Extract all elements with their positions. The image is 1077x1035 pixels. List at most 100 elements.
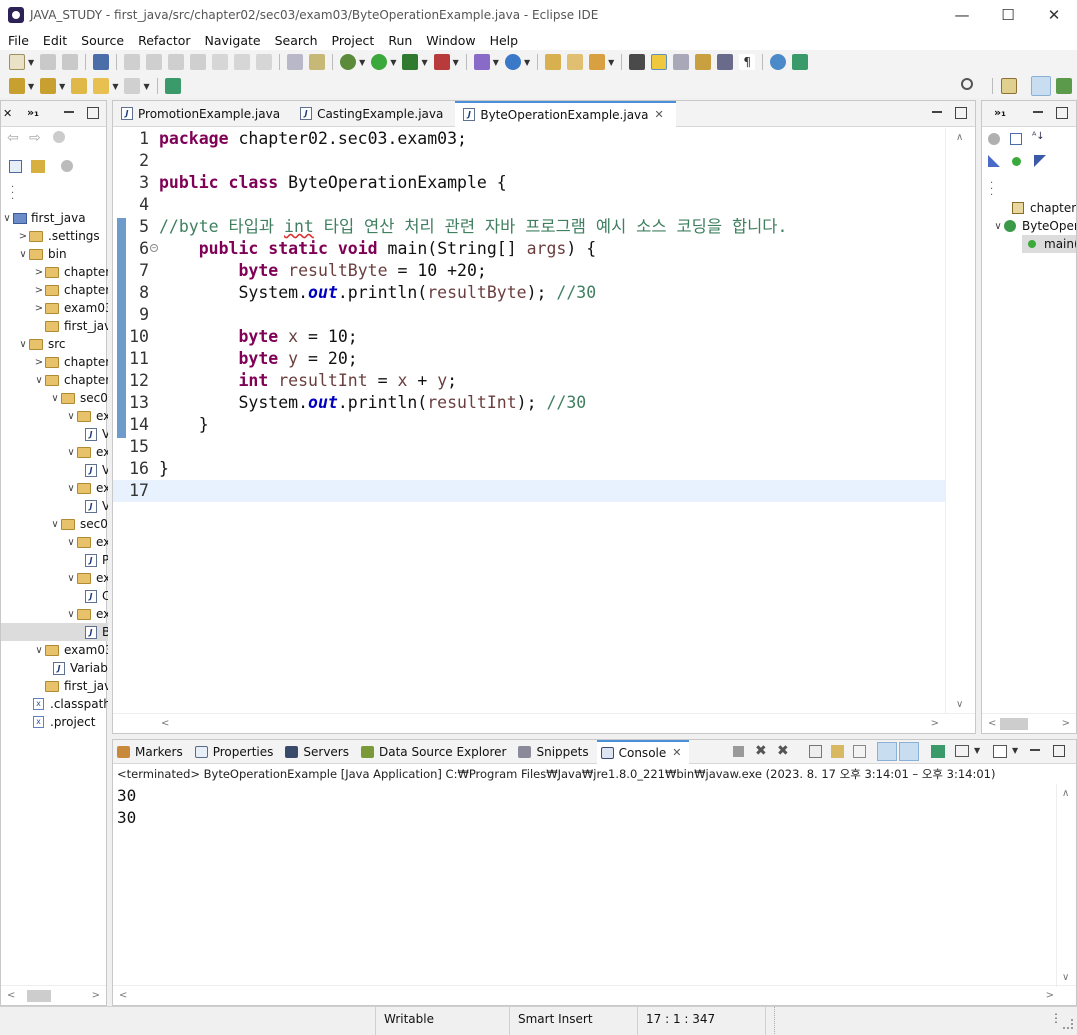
tree-item[interactable]: ∨ bin <box>1 245 108 263</box>
tree-item[interactable]: > chapter01 <box>1 263 108 281</box>
tab-console[interactable]: Console ✕ <box>596 739 690 764</box>
tab-markers[interactable]: Markers <box>113 740 191 764</box>
tree-item[interactable]: first_java <box>1 317 108 335</box>
show-on-stdout-icon[interactable] <box>877 742 897 761</box>
explorer-hscroll[interactable]: < > <box>1 985 106 1005</box>
toggle-ant-editor-icon[interactable] <box>629 54 646 70</box>
skip-breakpoints-icon[interactable] <box>287 54 304 70</box>
step-return-icon[interactable] <box>256 54 273 70</box>
display-console-icon[interactable] <box>955 745 969 757</box>
menu-run[interactable]: Run <box>380 33 418 48</box>
view-menu-icon[interactable] <box>61 160 73 172</box>
remove-all-terminated-icon[interactable]: ✖ <box>777 743 789 759</box>
scroll-left-icon[interactable]: < <box>161 718 169 729</box>
tree-item[interactable]: ∨ src <box>1 335 108 353</box>
suspend-icon[interactable] <box>146 54 163 70</box>
tree-item[interactable]: ∨ exam02 <box>1 569 108 587</box>
code-line[interactable]: 9 <box>113 304 945 326</box>
code-line[interactable]: 15 <box>113 436 945 458</box>
tree-item[interactable]: ∨ exam03 <box>1 605 108 623</box>
menu-source[interactable]: Source <box>73 33 130 48</box>
chevron-down-icon[interactable]: ∨ <box>33 645 45 656</box>
chevron-down-icon[interactable]: ∨ <box>65 609 77 620</box>
scroll-up-icon[interactable]: ∧ <box>1062 788 1069 799</box>
tree-item[interactable]: ∨ exam01 <box>1 407 108 425</box>
word-wrap-icon[interactable] <box>853 745 866 758</box>
debug-icon[interactable] <box>340 54 357 70</box>
hierarchy-view-icon[interactable]: »₁ <box>27 106 39 119</box>
outline-hscroll[interactable]: < > <box>982 713 1076 733</box>
tree-item[interactable]: JP <box>1 551 108 569</box>
next-annotation-icon[interactable] <box>9 78 25 94</box>
menu-search[interactable]: Search <box>267 33 324 48</box>
scroll-right-icon[interactable]: > <box>1046 990 1054 1001</box>
next-annotation-dropdown-icon[interactable]: ▼ <box>28 82 34 91</box>
chevron-down-icon[interactable]: ∨ <box>33 375 45 386</box>
maximize-console-icon[interactable] <box>1053 745 1065 757</box>
drop-to-frame-icon[interactable] <box>309 54 326 70</box>
chevron-down-icon[interactable]: ∨ <box>65 411 77 422</box>
tree-item[interactable]: ∨ chapter02 <box>1 371 108 389</box>
code-line[interactable]: 4 <box>113 194 945 216</box>
tree-item[interactable]: ∨ exam03 <box>1 641 108 659</box>
chevron-right-icon[interactable]: > <box>33 357 45 368</box>
forward-dropdown-icon[interactable]: ▼ <box>143 82 149 91</box>
run-dropdown-icon[interactable]: ▼ <box>390 58 396 67</box>
web-tools-icon[interactable] <box>792 54 809 70</box>
tree-item[interactable]: ∨ sec01 <box>1 389 108 407</box>
menu-project[interactable]: Project <box>324 33 381 48</box>
outline-method[interactable]: main(String[]) : void <box>1022 235 1076 253</box>
open-task-icon[interactable] <box>567 54 584 70</box>
back-icon[interactable] <box>93 78 110 94</box>
hide-static-icon[interactable] <box>988 155 1000 167</box>
terminate-icon[interactable] <box>733 746 744 757</box>
tab-promotion-example[interactable]: J PromotionExample.java <box>113 101 292 127</box>
scroll-right-icon[interactable]: > <box>1062 718 1070 729</box>
chevron-down-icon[interactable]: ∨ <box>17 249 29 260</box>
maximize-button[interactable]: ☐ <box>985 0 1031 30</box>
new-class-dropdown-icon[interactable]: ▼ <box>524 58 530 67</box>
tree-item[interactable]: JC <box>1 587 108 605</box>
tree-item[interactable]: > chapter01 <box>1 353 108 371</box>
tree-item[interactable]: first_java <box>1 677 108 695</box>
chevron-right-icon[interactable]: > <box>17 231 29 242</box>
scroll-left-icon[interactable]: < <box>7 990 15 1001</box>
previous-annotation-dropdown-icon[interactable]: ▼ <box>59 82 65 91</box>
back-nav-icon[interactable]: ⇦ <box>7 130 19 146</box>
close-tab-icon[interactable]: ✕ <box>672 746 681 759</box>
tree-item[interactable]: JV <box>1 497 108 515</box>
chevron-down-icon[interactable]: ∨ <box>49 519 61 530</box>
debug-dropdown-icon[interactable]: ▼ <box>359 58 365 67</box>
chevron-down-icon[interactable]: ∨ <box>1 213 13 224</box>
tab-properties[interactable]: Properties <box>191 740 282 764</box>
code-line[interactable]: 7 byte resultByte = 10 +20; <box>113 260 945 282</box>
menu-help[interactable]: Help <box>482 33 525 48</box>
scroll-lock-icon[interactable] <box>831 745 844 758</box>
up-nav-icon[interactable] <box>53 131 65 143</box>
collapse-all-icon[interactable] <box>1010 133 1022 145</box>
resume-icon[interactable] <box>124 54 141 70</box>
menu-refactor[interactable]: Refactor <box>130 33 196 48</box>
code-line[interactable]: 8 System.out.println(resultByte); //30 <box>113 282 945 304</box>
hide-local-types-icon[interactable] <box>1034 155 1046 167</box>
tree-item[interactable]: x .classpath <box>1 695 108 713</box>
back-dropdown-icon[interactable]: ▼ <box>112 82 118 91</box>
scroll-down-icon[interactable]: ∨ <box>1062 972 1069 983</box>
tree-item[interactable]: ∨ first_java <box>1 209 108 227</box>
tree-item[interactable]: ∨ exam03 <box>1 479 108 497</box>
code-line[interactable]: 3 public class ByteOperationExample { <box>113 172 945 194</box>
tree-item[interactable]: > exam03 <box>1 299 108 317</box>
tree-item[interactable]: ∨ exam02 <box>1 443 108 461</box>
terminate-icon[interactable] <box>168 54 185 70</box>
scroll-thumb[interactable] <box>27 990 51 1002</box>
tree-item[interactable]: JB <box>1 623 108 641</box>
new-class-icon[interactable] <box>504 54 521 70</box>
tab-data-source-explorer[interactable]: Data Source Explorer <box>357 740 514 764</box>
open-console-icon[interactable] <box>93 54 110 70</box>
editor-hscroll[interactable]: < > <box>113 713 975 733</box>
editor-vscroll[interactable]: ∧ ∨ <box>945 128 975 714</box>
close-tab-icon[interactable]: ✕ <box>655 108 664 121</box>
menu-file[interactable]: File <box>0 33 35 48</box>
code-line[interactable]: 17 <box>113 480 945 502</box>
tab-casting-example[interactable]: J CastingExample.java <box>292 101 455 127</box>
